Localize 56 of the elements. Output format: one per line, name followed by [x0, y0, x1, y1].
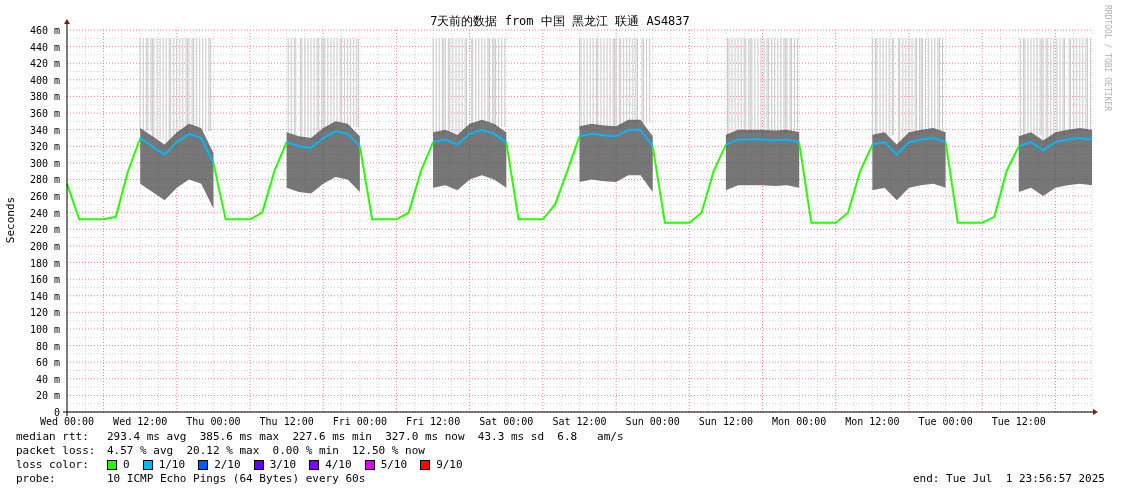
loss-level-label: 0: [123, 458, 130, 472]
loss-level-label: 4/10: [325, 458, 352, 472]
x-tick-label: Sat 00:00: [479, 416, 534, 427]
y-tick-label: 80 m: [35, 340, 60, 352]
y-tick-label: 160 m: [29, 274, 60, 286]
x-tick-label: Sat 12:00: [552, 416, 607, 427]
end-time: end: Tue Jul 1 23:56:57 2025: [912, 472, 1105, 486]
legend-label: probe:: [16, 472, 57, 486]
y-tick-label: 340 m: [29, 124, 60, 136]
y-tick-label: 420 m: [29, 58, 60, 70]
x-tick-label: Thu 12:00: [259, 416, 314, 427]
y-tick-label: 320 m: [29, 141, 60, 153]
y-axis-label: Seconds: [4, 196, 17, 244]
y-tick-label: 400 m: [29, 74, 60, 86]
y-tick-label: 100 m: [29, 323, 60, 335]
x-tick-label: Tue 00:00: [918, 416, 973, 427]
loss-level-label: 5/10: [380, 458, 408, 472]
x-tick-label: Thu 00:00: [186, 416, 241, 427]
x-tick-label: Wed 12:00: [113, 416, 168, 427]
y-tick-label: 460 m: [29, 25, 60, 36]
packet-loss-stats: 4.57 % avg 20.12 % max 0.00 % min 12.50 % now: [107, 444, 425, 458]
legend-label: loss color:: [16, 458, 90, 472]
legend-label: median rtt:: [16, 430, 90, 444]
loss-level-label: 2/10: [214, 458, 241, 472]
chart-title: 7天前的数据 from 中国 黑龙江 联通 AS4837: [430, 14, 690, 28]
probe-description: 10 ICMP Echo Pings (64 Bytes) every 60s: [107, 472, 366, 486]
x-tick-label: Sun 00:00: [625, 416, 680, 427]
y-tick-label: 120 m: [29, 307, 60, 319]
legend-label: packet loss:: [16, 444, 97, 458]
y-tick-label: 220 m: [29, 224, 60, 236]
credit-text: RRDTOOL / TOBI OETIKER: [1102, 5, 1112, 111]
y-tick-label: 440 m: [29, 41, 60, 53]
x-tick-label: Wed 00:00: [39, 416, 95, 427]
loss-level-label: 1/10: [158, 458, 186, 472]
y-tick-label: 280 m: [29, 174, 60, 186]
y-tick-label: 240 m: [29, 207, 60, 219]
y-tick-label: 180 m: [29, 257, 60, 269]
loss-level-label: 3/10: [269, 458, 297, 472]
x-tick-label: Mon 00:00: [772, 416, 827, 427]
x-tick-label: Mon 12:00: [845, 416, 900, 427]
x-tick-label: Sun 12:00: [698, 416, 753, 427]
y-tick-label: 380 m: [29, 91, 60, 103]
y-tick-label: 60 m: [35, 357, 60, 369]
y-tick-label: 360 m: [29, 108, 60, 120]
y-tick-label: 20 m: [35, 390, 60, 402]
y-tick-label: 200 m: [29, 240, 60, 252]
x-tick-label: Fri 12:00: [406, 416, 461, 427]
y-tick-label: 140 m: [29, 290, 60, 302]
median-rtt-stats: 293.4 ms avg 385.6 ms max 227.6 ms min 327.0 ms now 43.3 ms sd 6.8 am/s: [107, 430, 624, 444]
y-tick-label: 0: [53, 407, 60, 418]
y-tick-label: 300 m: [29, 157, 60, 169]
loss-level-label: 9/10: [436, 458, 463, 472]
x-tick-label: Tue 12:00: [991, 416, 1046, 427]
x-tick-label: Fri 00:00: [332, 416, 387, 427]
y-tick-label: 260 m: [29, 191, 60, 203]
y-tick-label: 40 m: [35, 373, 60, 385]
